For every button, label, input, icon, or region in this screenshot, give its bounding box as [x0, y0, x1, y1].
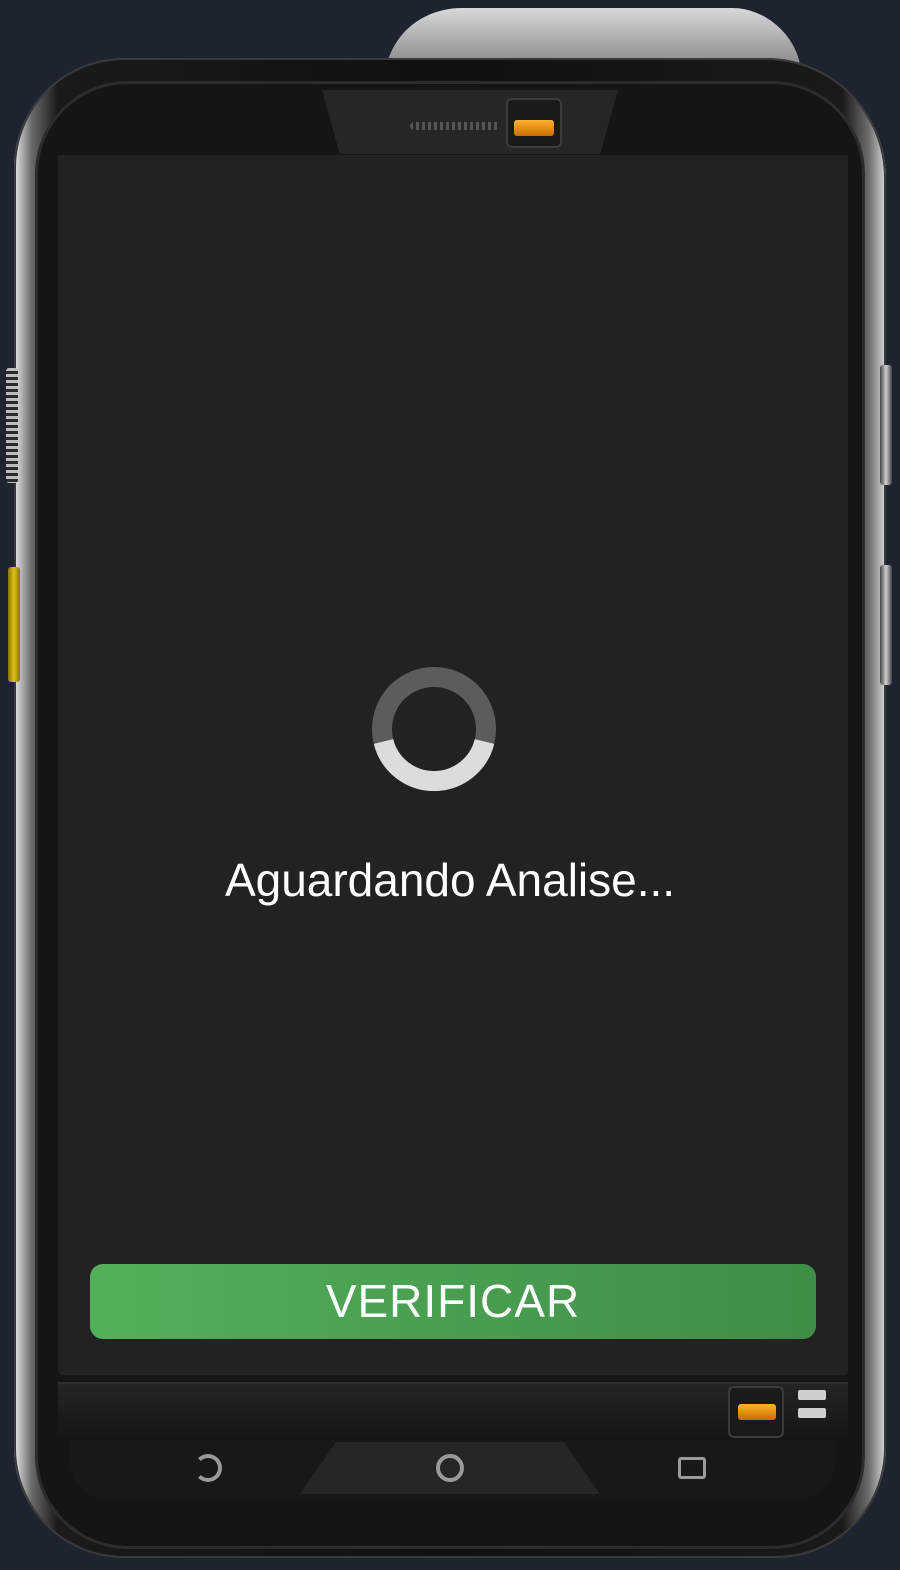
home-button[interactable] [428, 1450, 472, 1486]
camera-icon [506, 98, 562, 148]
earpiece-speaker [410, 122, 500, 130]
verify-button[interactable]: VERIFICAR [90, 1264, 816, 1339]
side-button-right-lower [880, 565, 892, 685]
side-button-left-ridged [6, 368, 18, 483]
back-icon [194, 1454, 222, 1482]
recent-apps-button[interactable] [670, 1450, 714, 1486]
back-button[interactable] [186, 1450, 230, 1486]
phone-mockup: Aguardando Analise... VERIFICAR [0, 0, 900, 1570]
side-button-right-upper [880, 365, 892, 485]
bottom-indicator-labels [798, 1390, 826, 1434]
side-button-left-yellow [8, 567, 20, 682]
indicator-mark [798, 1390, 826, 1400]
indicator-mark [798, 1408, 826, 1418]
home-icon [436, 1454, 464, 1482]
recent-apps-icon [678, 1457, 706, 1479]
sensor-icon [728, 1386, 784, 1438]
loading-spinner-icon [372, 667, 496, 791]
status-message: Aguardando Analise... [224, 854, 676, 906]
